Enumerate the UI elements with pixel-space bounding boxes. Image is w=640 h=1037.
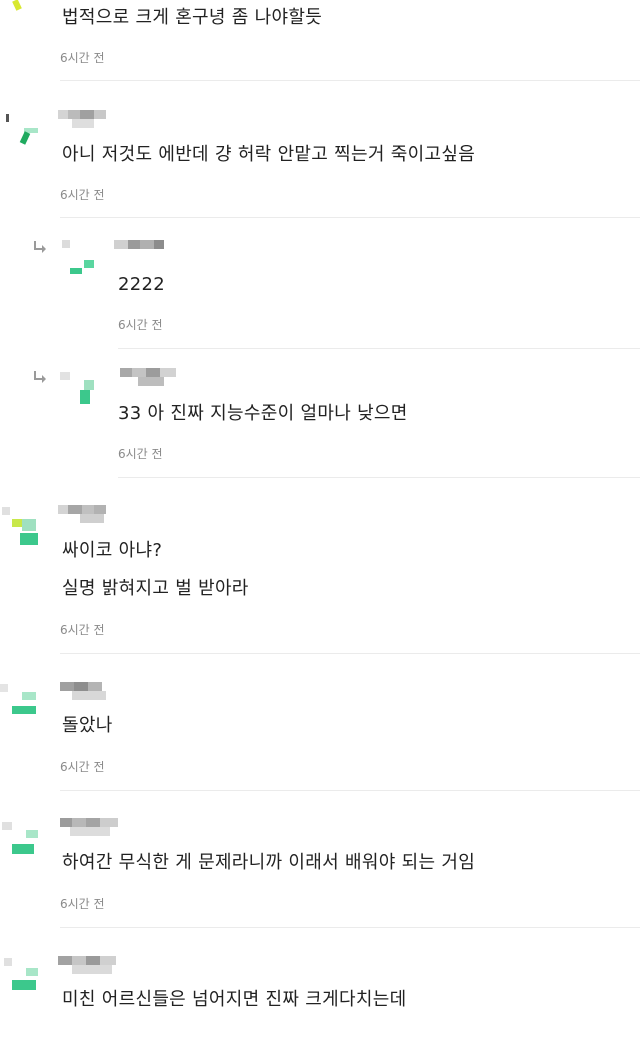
comment-divider (60, 217, 640, 218)
comment-text: 2222 (118, 274, 166, 295)
comment-time: 6시간 전 (118, 447, 163, 461)
comment-divider (118, 477, 640, 478)
avatar-icon[interactable] (60, 238, 104, 282)
nickname-blur (58, 956, 120, 974)
avatar-icon[interactable] (60, 368, 104, 412)
comment-divider (60, 653, 640, 654)
comment-text: 미친 어르신들은 넘어지면 진짜 크게다치는데 (62, 989, 407, 1010)
comment-text: 실명 밝혀지고 벌 받아라 (62, 578, 249, 599)
nickname-blur (60, 818, 122, 836)
nickname-blur (58, 110, 108, 128)
comment-text: 싸이코 아냐? (62, 540, 163, 561)
comment-text: 법적으로 크게 혼구녕 좀 나야할듯 (62, 7, 323, 28)
comment-text: 하여간 무식한 게 문제라니까 이래서 배워야 되는 거임 (62, 852, 476, 873)
nickname-blur (60, 682, 112, 700)
avatar-icon[interactable] (0, 954, 44, 998)
avatar-icon[interactable] (0, 680, 44, 724)
comment-text: 돌았나 (62, 715, 113, 736)
comment-time: 6시간 전 (60, 897, 105, 911)
avatar-icon[interactable] (0, 816, 44, 860)
comment-divider (118, 348, 640, 349)
nickname-blur (120, 368, 180, 386)
comment-time: 6시간 전 (118, 318, 163, 332)
comment-time: 6시간 전 (60, 51, 105, 65)
nickname-blur (58, 505, 108, 523)
comment-text: 33 아 진짜 지능수준이 얼마나 낮으면 (118, 403, 408, 424)
comment-divider (60, 790, 640, 791)
comment-time: 6시간 전 (60, 188, 105, 202)
avatar-icon[interactable] (2, 110, 46, 154)
avatar-icon[interactable] (0, 505, 44, 549)
comment-divider (60, 927, 640, 928)
comment-time: 6시간 전 (60, 623, 105, 637)
comment-time: 6시간 전 (60, 760, 105, 774)
comment-text: 아니 저것도 에반데 걍 허락 안맡고 찍는거 죽이고싶음 (62, 144, 476, 165)
comment-divider (60, 80, 640, 81)
reply-arrow-icon (34, 241, 46, 253)
avatar-icon[interactable] (4, 0, 48, 24)
nickname-blur (114, 240, 166, 258)
reply-arrow-icon (34, 371, 46, 383)
